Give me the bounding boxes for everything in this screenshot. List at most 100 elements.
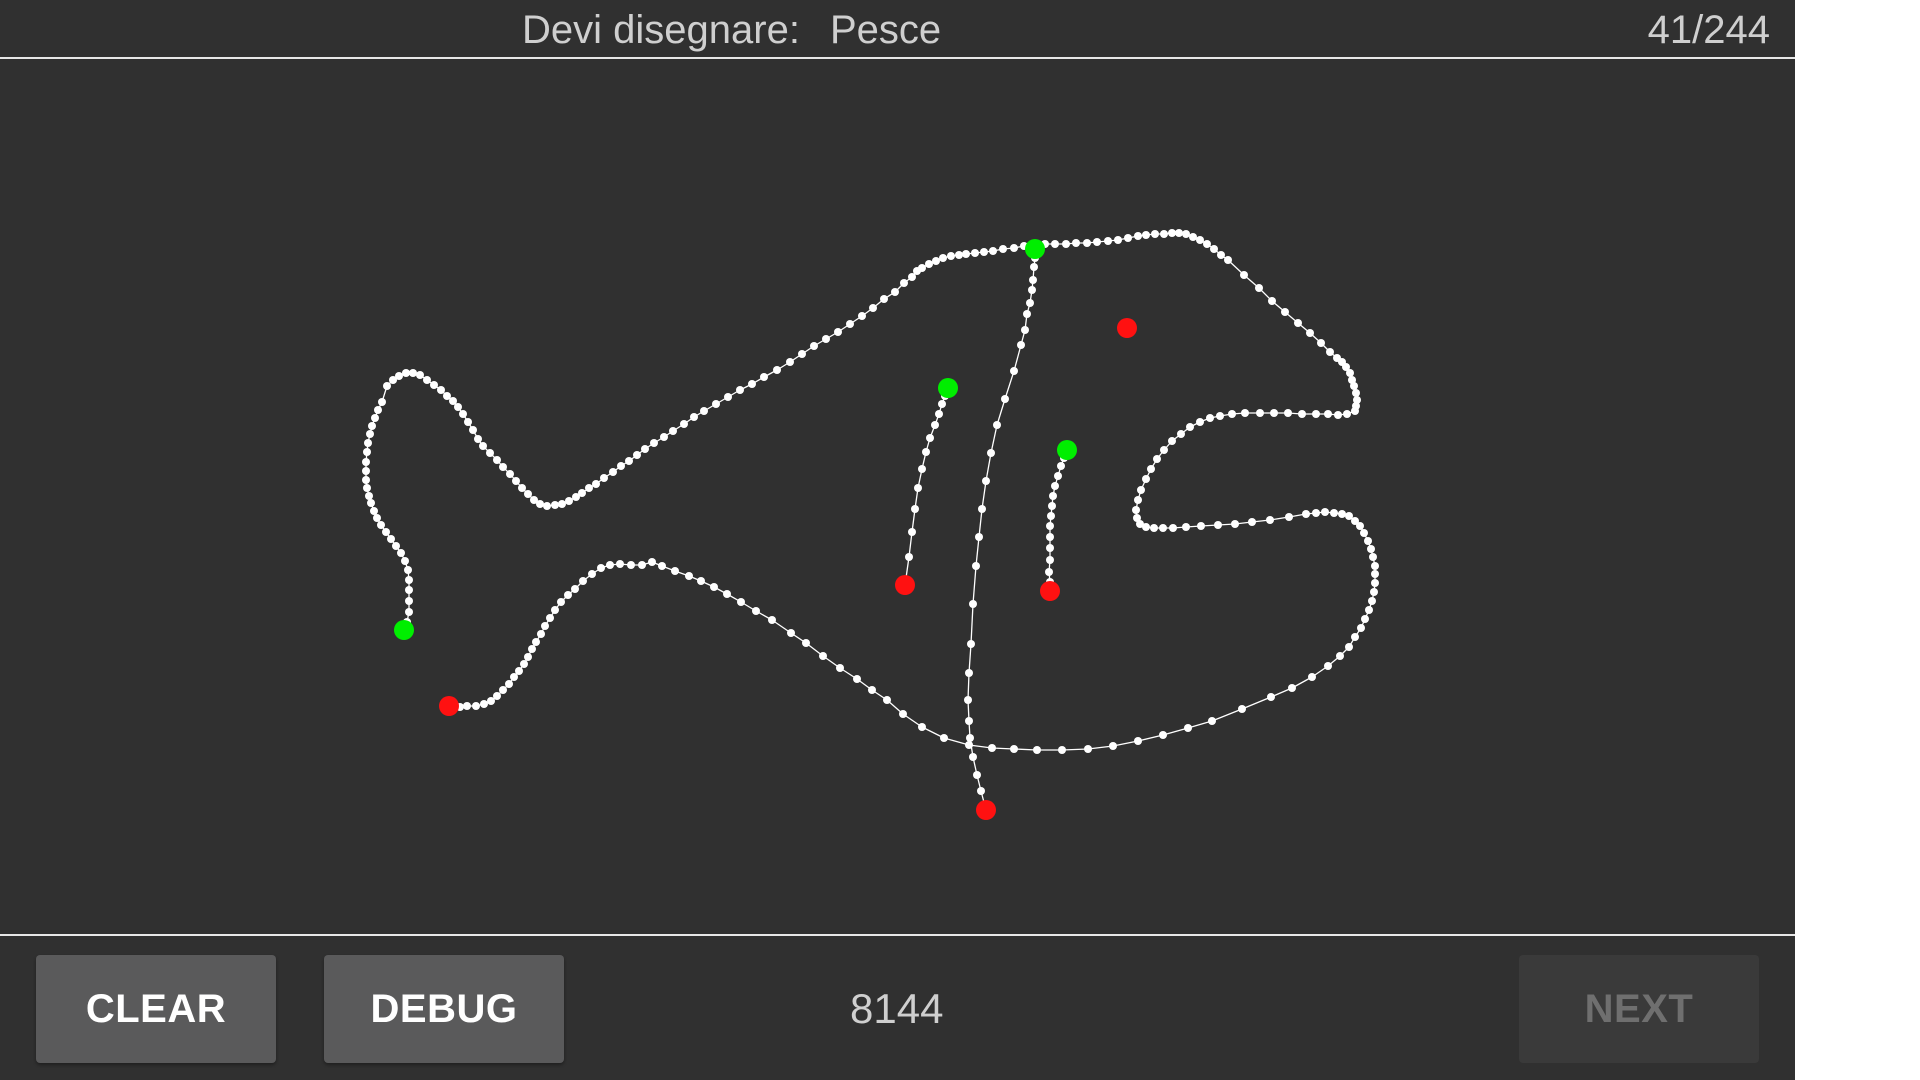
stroke-point — [834, 328, 842, 336]
stroke-point — [518, 484, 526, 492]
stroke-point — [1350, 382, 1358, 390]
stroke-point — [1308, 673, 1316, 681]
stroke-point — [459, 410, 467, 418]
stroke-point — [1197, 522, 1205, 530]
footer-divider — [0, 934, 1795, 936]
drawing-surface[interactable] — [0, 59, 1795, 934]
stroke-point — [486, 449, 494, 457]
stroke-point — [1351, 407, 1359, 415]
stroke-point — [1266, 516, 1274, 524]
stroke-point — [402, 369, 410, 377]
stroke-point — [395, 372, 403, 380]
stroke-point — [463, 702, 471, 710]
stroke-point — [1351, 633, 1359, 641]
stroke-end-marker — [1040, 581, 1060, 601]
stroke-point — [752, 607, 760, 615]
stroke-point — [469, 426, 477, 434]
stroke-point — [506, 470, 514, 478]
stroke-point — [914, 484, 922, 492]
stroke-point — [404, 566, 412, 574]
gill-line-center-stroke — [964, 245, 1039, 814]
stroke-point — [1256, 409, 1264, 417]
stroke-point — [430, 381, 438, 389]
bottom-toolbar: CLEAR DEBUG 8144 NEXT — [0, 937, 1795, 1080]
stroke-point — [1321, 508, 1329, 516]
stroke-point — [541, 622, 549, 630]
stroke-point — [1010, 244, 1018, 252]
stroke-point — [1033, 746, 1041, 754]
stroke-point — [669, 427, 677, 435]
stroke-point — [938, 400, 946, 408]
stroke-point — [1058, 746, 1066, 754]
stroke-point — [980, 248, 988, 256]
stroke-point — [982, 477, 990, 485]
stroke-point — [1159, 524, 1167, 532]
stroke-point — [405, 608, 413, 616]
stroke-point — [1370, 588, 1378, 596]
stroke-point — [1357, 624, 1365, 632]
drawing-canvas[interactable] — [0, 59, 1795, 934]
stroke-point — [846, 320, 854, 328]
stroke-point — [987, 449, 995, 457]
stroke-point — [499, 463, 507, 471]
stroke-point — [1049, 492, 1057, 500]
stroke-point — [685, 572, 693, 580]
stroke-point — [724, 393, 732, 401]
target-word: Pesce — [829, 8, 942, 52]
stroke-point — [1324, 410, 1332, 418]
stroke-point — [965, 669, 973, 677]
stroke-point — [1046, 556, 1054, 564]
stroke-point — [922, 448, 930, 456]
stroke-end-marker — [976, 800, 996, 820]
stroke-point — [1186, 423, 1194, 431]
stroke-point — [1356, 522, 1364, 530]
stroke-point — [989, 247, 997, 255]
stroke-point — [1324, 662, 1332, 670]
stroke-point — [588, 570, 596, 578]
stroke-start-marker — [394, 620, 414, 640]
clear-button[interactable]: CLEAR — [36, 955, 276, 1063]
stroke-point — [1368, 597, 1376, 605]
stroke-point — [1047, 512, 1055, 520]
stroke-point — [609, 468, 617, 476]
stroke-point — [600, 474, 608, 482]
stroke-point — [1371, 562, 1379, 570]
stroke-point — [364, 439, 372, 447]
stroke-point — [810, 342, 818, 350]
next-button-disabled[interactable]: NEXT — [1519, 955, 1759, 1063]
stroke-point — [1062, 240, 1070, 248]
stroke-point — [748, 380, 756, 388]
stroke-point — [627, 561, 635, 569]
stroke-point — [551, 501, 559, 509]
stroke-start-marker — [938, 378, 958, 398]
stroke-point — [737, 598, 745, 606]
stroke-point — [773, 366, 781, 374]
stroke-point — [472, 702, 480, 710]
stroke-point — [1021, 326, 1029, 334]
stroke-point — [546, 614, 554, 622]
stroke-point — [1371, 579, 1379, 587]
stroke-point — [1336, 652, 1344, 660]
stroke-point — [524, 490, 532, 498]
stroke-point — [768, 616, 776, 624]
stroke-point — [966, 734, 974, 742]
stroke-point — [993, 421, 1001, 429]
stroke-point — [787, 629, 795, 637]
stroke-point — [1330, 509, 1338, 517]
stroke-point — [551, 606, 559, 614]
stroke-point — [1345, 643, 1353, 651]
stroke-point — [597, 564, 605, 572]
stroke-point — [1084, 745, 1092, 753]
debug-button[interactable]: DEBUG — [324, 955, 564, 1063]
stroke-point — [617, 462, 625, 470]
stroke-point — [1371, 570, 1379, 578]
stroke-point — [926, 434, 934, 442]
stroke-point — [474, 435, 482, 443]
stroke-point — [1352, 389, 1360, 397]
stroke-point — [366, 430, 374, 438]
stroke-point — [1284, 409, 1292, 417]
stroke-point — [397, 549, 405, 557]
stroke-point — [557, 598, 565, 606]
stroke-point — [1189, 233, 1197, 241]
stroke-point — [1312, 410, 1320, 418]
